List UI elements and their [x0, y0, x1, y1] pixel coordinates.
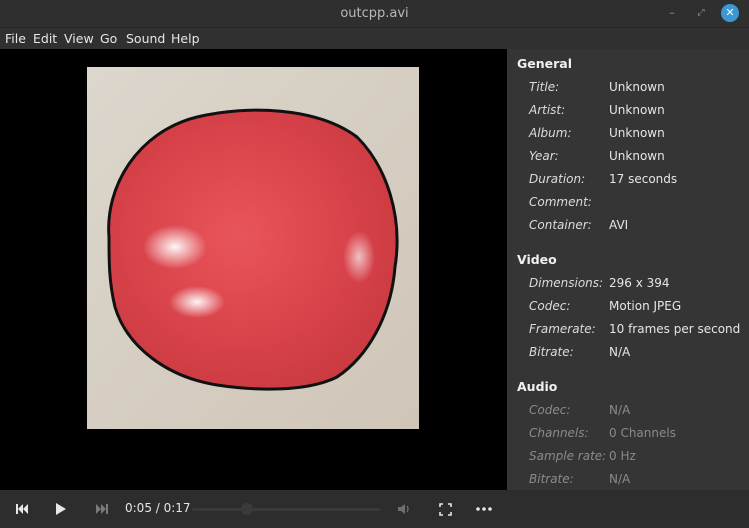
section-audio-heading: Audio	[517, 379, 558, 394]
window-title: outcpp.avi	[340, 6, 409, 21]
general-duration-label: Duration:	[529, 172, 586, 186]
general-album-value: Unknown	[609, 126, 665, 140]
menu-file[interactable]: File	[5, 28, 26, 49]
general-duration-value: 17 seconds	[609, 172, 678, 186]
title-bar: outcpp.avi – ⤢ ✕	[0, 0, 749, 28]
general-album-label: Album:	[529, 126, 572, 140]
video-dimensions-value: 296 x 394	[609, 276, 670, 290]
audio-sample-rate-label: Sample rate:	[529, 449, 607, 463]
video-frame	[87, 67, 419, 429]
skip-next-icon[interactable]	[91, 499, 113, 519]
video-display[interactable]	[0, 49, 507, 490]
menu-go[interactable]: Go	[100, 28, 117, 49]
menu-bar: File Edit View Go Sound Help	[0, 28, 749, 49]
section-video-heading: Video	[517, 252, 557, 267]
video-codec-value: Motion JPEG	[609, 299, 682, 313]
audio-bitrate-value: N/A	[609, 472, 631, 486]
video-framerate-value: 10 frames per second	[609, 322, 741, 336]
general-year-label: Year:	[529, 149, 559, 163]
menu-view[interactable]: View	[64, 28, 94, 49]
audio-codec-value: N/A	[609, 403, 631, 417]
minimize-icon[interactable]: –	[663, 4, 681, 22]
menu-edit[interactable]: Edit	[33, 28, 57, 49]
audio-bitrate-label: Bitrate:	[529, 472, 574, 486]
volume-icon[interactable]	[393, 499, 415, 519]
maximize-icon[interactable]: ⤢	[692, 4, 710, 22]
play-icon[interactable]	[50, 499, 72, 519]
skip-previous-icon[interactable]	[11, 499, 33, 519]
fullscreen-icon[interactable]	[434, 499, 456, 519]
general-comment-label: Comment:	[529, 195, 592, 209]
audio-codec-label: Codec:	[529, 403, 571, 417]
more-options-icon[interactable]	[473, 499, 495, 519]
general-title-label: Title:	[529, 80, 560, 94]
menu-sound[interactable]: Sound	[126, 28, 165, 49]
general-container-label: Container:	[529, 218, 592, 232]
seek-bar[interactable]	[192, 508, 380, 511]
close-icon[interactable]: ✕	[721, 4, 739, 22]
menu-help[interactable]: Help	[171, 28, 200, 49]
playback-time: 0:05 / 0:17	[125, 501, 191, 515]
general-container-value: AVI	[609, 218, 629, 232]
properties-panel: General Title: Unknown Artist: Unknown A…	[507, 49, 749, 490]
video-framerate-label: Framerate:	[529, 322, 596, 336]
section-general-heading: General	[517, 56, 572, 71]
video-codec-label: Codec:	[529, 299, 571, 313]
audio-channels-label: Channels:	[529, 426, 589, 440]
video-bitrate-label: Bitrate:	[529, 345, 574, 359]
general-artist-label: Artist:	[529, 103, 566, 117]
general-artist-value: Unknown	[609, 103, 665, 117]
audio-channels-value: 0 Channels	[609, 426, 676, 440]
video-bitrate-value: N/A	[609, 345, 631, 359]
general-year-value: Unknown	[609, 149, 665, 163]
audio-sample-rate-value: 0 Hz	[609, 449, 636, 463]
playback-controls: 0:05 / 0:17	[0, 490, 749, 528]
video-dimensions-label: Dimensions:	[529, 276, 604, 290]
seek-handle[interactable]	[240, 503, 253, 515]
general-title-value: Unknown	[609, 80, 665, 94]
